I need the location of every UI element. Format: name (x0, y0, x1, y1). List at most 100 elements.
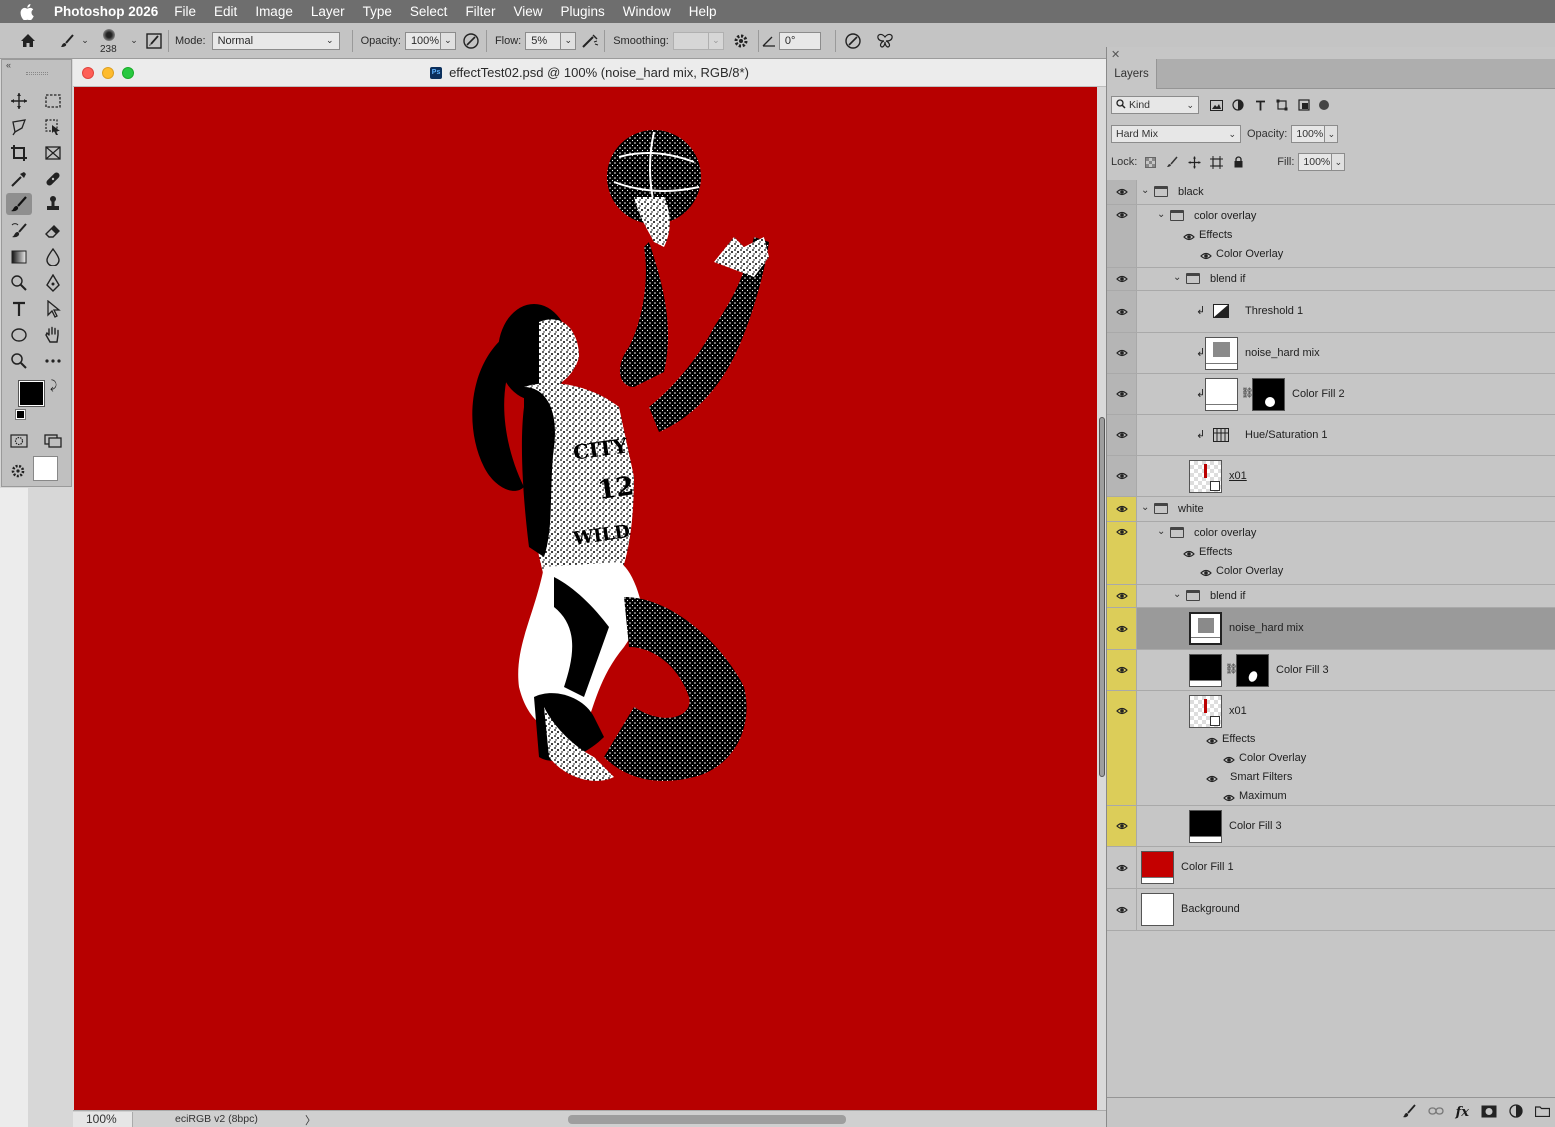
visibility-eye-icon[interactable] (1107, 374, 1137, 414)
layer-group-white[interactable]: ⌄ white (1107, 497, 1555, 522)
adjustment-layer-icon[interactable] (1509, 1104, 1523, 1121)
opacity-field[interactable]: 100% (404, 31, 441, 50)
chevron-down-icon[interactable]: ⌄ (1173, 589, 1181, 600)
visibility-eye-icon[interactable] (1107, 268, 1137, 290)
visibility-eye-icon[interactable] (1107, 456, 1137, 496)
layer-color-fill-1[interactable]: Color Fill 1 (1107, 847, 1555, 889)
layer-opacity-field[interactable]: 100% (1291, 125, 1326, 143)
layer-color-fill-3[interactable]: Color Fill 3 (1107, 806, 1555, 847)
layer-x01-smart-object[interactable]: x01 (1107, 456, 1555, 497)
screen-mode-icon[interactable] (40, 430, 66, 452)
layer-x01-smart-object[interactable]: x01 Effects Color Overlay Smart Filters … (1107, 691, 1555, 806)
pressure-size-icon[interactable] (836, 32, 870, 50)
minimize-window-button[interactable] (102, 67, 114, 79)
default-colors-icon[interactable] (15, 409, 26, 420)
visibility-eye-icon[interactable] (1107, 205, 1137, 267)
flow-dropdown[interactable]: ⌄ (560, 31, 577, 50)
lock-transparent-icon[interactable] (1139, 156, 1161, 168)
chevron-down-icon[interactable]: ⌄ (128, 35, 140, 46)
new-group-icon[interactable] (1534, 1105, 1551, 1120)
lock-pixels-icon[interactable] (1161, 156, 1183, 168)
chevron-down-icon[interactable]: ⌄ (1157, 526, 1165, 537)
blend-mode-select[interactable]: Hard Mix ⌄ (1111, 125, 1241, 143)
fill-field[interactable]: 100% (1298, 153, 1333, 171)
lasso-tool-icon[interactable] (6, 116, 32, 138)
collapse-icon[interactable]: « (6, 60, 11, 70)
blur-tool-icon[interactable] (40, 246, 66, 268)
chevron-down-icon[interactable]: ⌄ (1141, 502, 1149, 513)
effects-visibility-eye-icon[interactable] (1183, 232, 1195, 244)
brush-size-picker[interactable]: 238 (92, 24, 128, 58)
menu-file[interactable]: File (174, 4, 196, 19)
layer-hue-saturation-1[interactable]: ↲ Hue/Saturation 1 (1107, 415, 1555, 456)
quick-mask-icon[interactable] (6, 430, 32, 452)
mode-select[interactable]: Normal ⌄ (211, 31, 340, 50)
effect-visibility-eye-icon[interactable] (1200, 251, 1212, 263)
layer-group-color-overlay[interactable]: ⌄ color overlay Effects Color Overlay (1107, 205, 1555, 268)
layer-noise-hard-mix-selected[interactable]: noise_hard mix (1107, 608, 1555, 650)
effect-visibility-eye-icon[interactable] (1223, 755, 1235, 767)
flow-field[interactable]: 5% (525, 31, 562, 50)
menu-plugins[interactable]: Plugins (560, 4, 604, 19)
pressure-opacity-icon[interactable] (456, 32, 486, 50)
visibility-eye-icon[interactable] (1107, 333, 1137, 373)
eraser-tool-icon[interactable] (40, 220, 66, 242)
panel-grip[interactable] (26, 72, 48, 75)
fill-dropdown[interactable]: ⌄ (1331, 153, 1346, 171)
link-layers-icon[interactable] (1428, 1106, 1444, 1119)
layer-group-color-overlay[interactable]: ⌄ color overlay Effects Color Overlay (1107, 522, 1555, 585)
menu-window[interactable]: Window (623, 4, 671, 19)
smart-filters-visibility-eye-icon[interactable] (1206, 774, 1218, 786)
lock-artboard-icon[interactable] (1205, 155, 1227, 169)
visibility-eye-icon[interactable] (1107, 180, 1137, 204)
swap-colors-icon[interactable]: ⤸ (50, 378, 57, 393)
symmetry-butterfly-icon[interactable] (870, 33, 900, 49)
effect-visibility-eye-icon[interactable] (1200, 568, 1212, 580)
layer-mask-thumbnail[interactable] (1236, 654, 1269, 687)
gradient-tool-icon[interactable] (6, 246, 32, 268)
visibility-eye-icon[interactable] (1107, 889, 1137, 930)
shape-filter-icon[interactable] (1271, 99, 1293, 111)
layer-threshold-1[interactable]: ↲ Threshold 1 (1107, 291, 1555, 333)
chevron-down-icon[interactable]: ⌄ (1173, 272, 1181, 283)
move-tool-icon[interactable] (6, 90, 32, 112)
menu-view[interactable]: View (513, 4, 542, 19)
layer-noise-hard-mix[interactable]: ↲ noise_hard mix (1107, 333, 1555, 374)
layer-group-blend-if[interactable]: ⌄ blend if (1107, 268, 1555, 291)
layer-color-fill-2[interactable]: ↲ ⛓ Color Fill 2 (1107, 374, 1555, 415)
visibility-eye-icon[interactable] (1107, 415, 1137, 455)
airbrush-icon[interactable] (576, 33, 604, 49)
zoom-level[interactable]: 100% (73, 1112, 133, 1127)
pixel-layer-filter-icon[interactable] (1205, 99, 1227, 111)
visibility-eye-icon[interactable] (1107, 585, 1137, 607)
ellipse-tool-icon[interactable] (6, 324, 32, 346)
eyedropper-tool-icon[interactable] (6, 168, 32, 190)
add-mask-icon[interactable] (1481, 1105, 1497, 1121)
menu-edit[interactable]: Edit (214, 4, 237, 19)
menu-select[interactable]: Select (410, 4, 448, 19)
layer-color-fill-3-masked[interactable]: ⛓ Color Fill 3 (1107, 650, 1555, 691)
chevron-down-icon[interactable]: ⌄ (1157, 209, 1165, 220)
marquee-tool-icon[interactable] (40, 90, 66, 112)
effects-visibility-eye-icon[interactable] (1183, 549, 1195, 561)
lock-all-icon[interactable] (1227, 156, 1249, 168)
layer-mask-thumbnail[interactable] (1252, 378, 1285, 411)
chevron-down-icon[interactable]: ⌄ (1141, 185, 1149, 196)
visibility-eye-icon[interactable] (1107, 650, 1137, 690)
zoom-tool-icon[interactable] (6, 350, 32, 372)
layer-background[interactable]: Background (1107, 889, 1555, 931)
menu-image[interactable]: Image (255, 4, 293, 19)
filter-kind-select[interactable]: Kind ⌄ (1111, 96, 1199, 114)
hand-tool-icon[interactable] (40, 324, 66, 346)
filter-toggle-switch[interactable] (1319, 100, 1329, 110)
canvas[interactable]: CITY 12 WILD (74, 87, 1097, 1110)
type-filter-icon[interactable] (1249, 100, 1271, 111)
menu-filter[interactable]: Filter (465, 4, 495, 19)
stamp-tool-icon[interactable] (40, 193, 66, 215)
dodge-tool-icon[interactable] (6, 272, 32, 294)
brush-preset-icon[interactable] (56, 33, 78, 49)
chevron-down-icon[interactable]: ⌄ (78, 35, 92, 46)
layer-group-blend-if[interactable]: ⌄ blend if (1107, 585, 1555, 608)
layer-opacity-dropdown[interactable]: ⌄ (1324, 125, 1339, 143)
angle-field[interactable]: 0° (778, 31, 821, 50)
